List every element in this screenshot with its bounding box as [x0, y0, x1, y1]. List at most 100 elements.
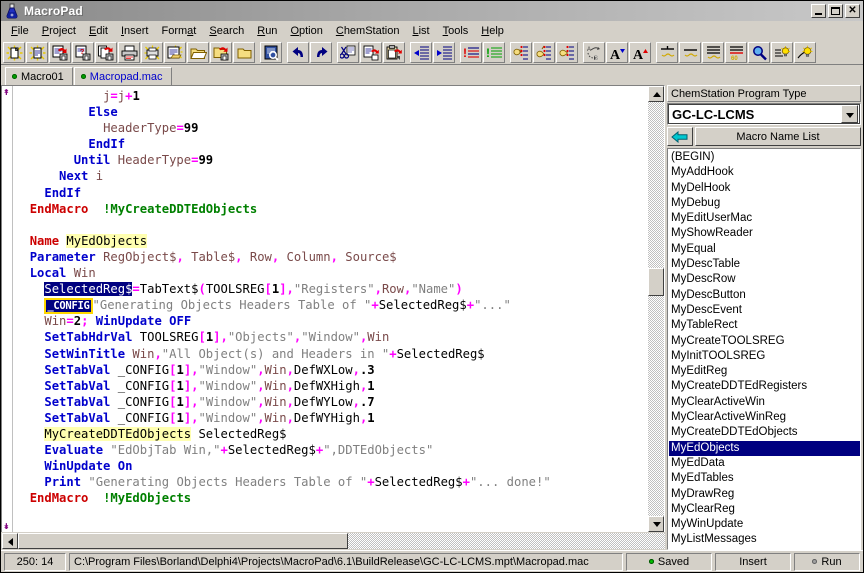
list-item[interactable]: MyCreateDDTEdObjects: [669, 425, 860, 440]
menu-item-tools[interactable]: Tools: [437, 23, 476, 39]
list-item[interactable]: MyWinUpdate: [669, 517, 860, 532]
vertical-scroll-thumb[interactable]: [648, 268, 664, 296]
list-item[interactable]: MyDrawReg: [669, 487, 860, 502]
zoom-icon[interactable]: [748, 41, 770, 63]
horizontal-scroll-thumb[interactable]: [18, 533, 348, 549]
list-item[interactable]: MyEditUserMac: [669, 211, 860, 226]
list-item[interactable]: MyCreateTOOLSREG: [669, 334, 860, 349]
code-line: SetTabVal _CONFIG[1],"Window",Win,DefWYL…: [15, 394, 648, 410]
bookmark-goto-icon[interactable]: [556, 41, 578, 63]
scroll-up-button[interactable]: [648, 86, 664, 102]
undo-icon[interactable]: [287, 41, 309, 63]
list-item[interactable]: MyEdTables: [669, 471, 860, 486]
list-item[interactable]: MyDescEvent: [669, 303, 860, 318]
list-item[interactable]: MyCreateDDTEdRegisters: [669, 379, 860, 394]
line-top-icon[interactable]: [656, 41, 678, 63]
line-multi-icon[interactable]: [702, 41, 724, 63]
macro-hint-icon[interactable]: [771, 41, 793, 63]
open-project-icon[interactable]: [164, 41, 186, 63]
list-item[interactable]: MyDescButton: [669, 288, 860, 303]
code-line: SetTabHdrVal TOOLSREG[1],"Objects","Wind…: [15, 329, 648, 345]
list-item[interactable]: MyEdObjects: [669, 440, 860, 456]
run-status[interactable]: Run: [794, 552, 860, 571]
menu-item-project[interactable]: Project: [36, 23, 83, 39]
bookmark-set-icon[interactable]: [510, 41, 532, 63]
menu-item-list[interactable]: List: [406, 23, 436, 39]
list-item[interactable]: MyShowReader: [669, 226, 860, 241]
copy-icon[interactable]: [360, 41, 382, 63]
save-as-icon[interactable]: ?: [72, 41, 94, 63]
menu-item-insert[interactable]: Insert: [115, 23, 156, 39]
cut-icon[interactable]: [337, 41, 359, 63]
line-single-icon[interactable]: [679, 41, 701, 63]
code-editor[interactable]: ↟ ↡ j=j+1 Else HeaderType=99 EndIf Until…: [1, 85, 665, 532]
search-preview-icon[interactable]: [260, 41, 282, 63]
horizontal-scroll-track[interactable]: [348, 533, 665, 549]
font-decrease-icon[interactable]: A: [606, 41, 628, 63]
sort-az-icon[interactable]: A B: [583, 41, 605, 63]
minimize-button[interactable]: [811, 4, 826, 18]
list-item[interactable]: MyEdData: [669, 456, 860, 471]
close-folder-icon[interactable]: [233, 41, 255, 63]
macro-run-icon[interactable]: [794, 41, 816, 63]
list-item[interactable]: MyEditReg: [669, 364, 860, 379]
list-item[interactable]: MyLogging: [669, 548, 860, 550]
list-item[interactable]: MyDescRow: [669, 272, 860, 287]
list-item[interactable]: MyDescTable: [669, 257, 860, 272]
list-item[interactable]: MyEqual: [669, 242, 860, 257]
comment-block-icon[interactable]: !: [460, 41, 482, 63]
save-file-icon[interactable]: [49, 41, 71, 63]
code-text[interactable]: j=j+1 Else HeaderType=99 EndIf Until Hea…: [13, 86, 648, 506]
open-folder-icon[interactable]: [187, 41, 209, 63]
list-item[interactable]: (BEGIN): [669, 150, 860, 165]
saved-status[interactable]: Saved: [626, 552, 712, 571]
menu-item-file[interactable]: File: [5, 23, 36, 39]
list-item[interactable]: MyClearActiveWinReg: [669, 410, 860, 425]
menu-item-format[interactable]: Format: [156, 23, 204, 39]
list-item[interactable]: MyDelHook: [669, 181, 860, 196]
macro-name-list-title[interactable]: Macro Name List: [695, 127, 861, 146]
close-button[interactable]: ✕: [845, 4, 860, 18]
insert-mode-status[interactable]: Insert: [715, 552, 791, 571]
save-all-icon[interactable]: [95, 41, 117, 63]
macro-name-listbox[interactable]: (BEGIN) MyAddHook MyDelHook MyDebug MyEditUs…: [667, 148, 861, 550]
paste-icon[interactable]: [383, 41, 405, 63]
print-icon[interactable]: [118, 41, 140, 63]
menu-item-option[interactable]: Option: [284, 23, 329, 39]
bookmark-next-icon[interactable]: [533, 41, 555, 63]
font-increase-icon[interactable]: A: [629, 41, 651, 63]
list-item[interactable]: MyTableRect: [669, 318, 860, 333]
goto-line-60-icon[interactable]: 60: [725, 41, 747, 63]
menu-item-chemstation[interactable]: ChemStation: [330, 23, 407, 39]
tab-macropad-mac[interactable]: Macropad.mac: [73, 67, 172, 85]
save-project-icon[interactable]: [210, 41, 232, 63]
list-item[interactable]: MyListMessages: [669, 532, 860, 547]
menu-item-run[interactable]: Run: [251, 23, 284, 39]
list-item[interactable]: MyInitTOOLSREG: [669, 349, 860, 364]
redo-icon[interactable]: [310, 41, 332, 63]
menu-item-help[interactable]: Help: [475, 23, 511, 39]
scroll-down-button[interactable]: [648, 516, 664, 532]
uncomment-block-icon[interactable]: !: [483, 41, 505, 63]
menu-item-search[interactable]: Search: [203, 23, 251, 39]
chevron-down-icon[interactable]: [841, 105, 858, 123]
list-item[interactable]: MyClearActiveWin: [669, 395, 860, 410]
menu-item-edit[interactable]: Edit: [83, 23, 115, 39]
scroll-left-button[interactable]: [2, 533, 18, 549]
list-item[interactable]: MyClearReg: [669, 502, 860, 517]
new-file-icon[interactable]: [3, 41, 25, 63]
list-item[interactable]: MyDebug: [669, 196, 860, 211]
program-type-combobox[interactable]: GC-LC-LCMS: [667, 103, 861, 125]
back-arrow-icon[interactable]: [667, 127, 693, 146]
new-document-icon[interactable]: [26, 41, 48, 63]
editor-vertical-scrollbar[interactable]: [648, 86, 664, 532]
outdent-icon[interactable]: [410, 41, 432, 63]
tab-macro01[interactable]: Macro01: [5, 67, 73, 85]
code-scroll-viewport[interactable]: j=j+1 Else HeaderType=99 EndIf Until Hea…: [13, 86, 648, 532]
editor-horizontal-scrollbar[interactable]: [1, 532, 665, 550]
indent-icon[interactable]: [433, 41, 455, 63]
print-preview-icon[interactable]: [141, 41, 163, 63]
list-item[interactable]: MyAddHook: [669, 165, 860, 180]
maximize-button[interactable]: [828, 4, 843, 18]
